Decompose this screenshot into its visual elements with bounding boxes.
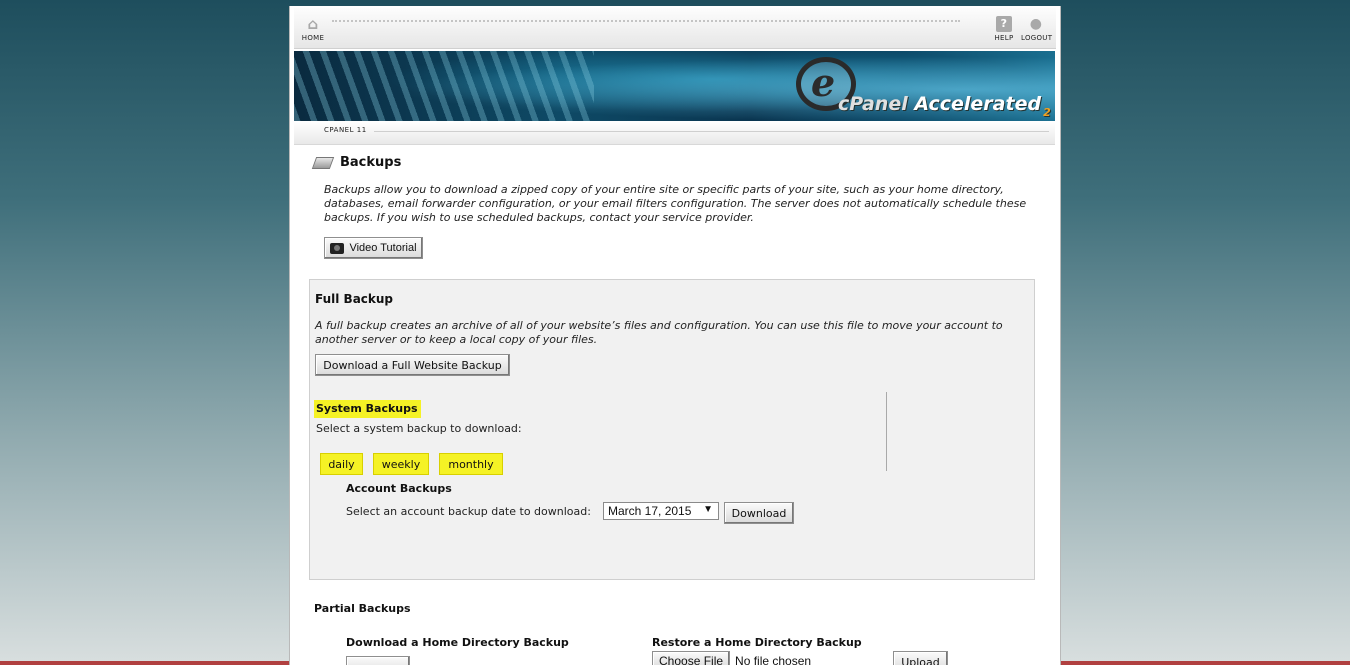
- home-directory-restore-title: Restore a Home Directory Backup: [652, 636, 862, 649]
- download-full-backup-button[interactable]: Download a Full Website Backup: [315, 354, 510, 376]
- brand-name: Accelerated: [914, 93, 1042, 115]
- logo-e-letter: e: [811, 60, 836, 105]
- brand-suffix: 2: [1043, 106, 1051, 119]
- file-chooser: Choose File No file chosen: [652, 651, 811, 665]
- download-account-backup-button[interactable]: Download: [724, 502, 794, 524]
- cpanel-banner: e cPanel Accelerated 2: [294, 51, 1055, 121]
- nav-home[interactable]: ⌂ HOME: [298, 16, 328, 42]
- nav-help-label: HELP: [994, 34, 1014, 42]
- page-title-row: Backups: [311, 155, 402, 170]
- backups-intro-text: Backups allow you to download a zipped c…: [324, 183, 1027, 224]
- system-backups-description: Select a system backup to download:: [316, 422, 522, 435]
- home-directory-download-button[interactable]: [346, 656, 410, 665]
- backup-date-value: March 17, 2015: [608, 504, 692, 518]
- daily-backup-button[interactable]: daily: [320, 453, 363, 475]
- upload-button[interactable]: Upload: [893, 651, 948, 665]
- vertical-separator: [886, 392, 887, 471]
- backup-date-select[interactable]: March 17, 2015 ▼: [603, 502, 719, 520]
- dropdown-arrow-icon: ▼: [703, 504, 713, 515]
- account-backups-label: Select an account backup date to downloa…: [346, 505, 591, 518]
- brand-prefix: cPanel: [838, 93, 908, 115]
- page-title: Backups: [340, 155, 402, 170]
- nav-logout[interactable]: ● LOGOUT: [1021, 16, 1053, 42]
- weekly-backup-button[interactable]: weekly: [373, 453, 429, 475]
- full-backup-title: Full Backup: [315, 292, 394, 306]
- house-icon: ⌂: [307, 15, 319, 33]
- video-tutorial-button[interactable]: Video Tutorial: [324, 237, 423, 259]
- system-backups-title: System Backups: [314, 400, 421, 418]
- version-label: CPANEL 11: [324, 126, 367, 134]
- user-icon: ●: [1029, 16, 1043, 32]
- monthly-backup-button[interactable]: monthly: [439, 453, 503, 475]
- full-backup-description: A full backup creates an archive of all …: [315, 319, 1003, 346]
- cpanel-logo-text: cPanel Accelerated 2: [838, 93, 1051, 119]
- choose-file-button[interactable]: Choose File: [652, 651, 731, 665]
- nav-logout-label: LOGOUT: [1021, 34, 1053, 42]
- top-navigation-bar: ⌂ HOME ? HELP ● LOGOUT: [294, 8, 1056, 49]
- account-backups-title: Account Backups: [346, 482, 452, 495]
- banner-network-cables: [294, 51, 594, 121]
- camera-icon: [330, 242, 345, 254]
- version-bar: CPANEL 11: [294, 122, 1055, 145]
- no-file-chosen-text: No file chosen: [735, 653, 812, 665]
- nav-divider: [332, 20, 960, 22]
- nav-home-label: HOME: [301, 34, 325, 42]
- version-divider: [374, 131, 1049, 132]
- partial-backups-title: Partial Backups: [314, 602, 411, 615]
- nav-help[interactable]: ? HELP: [989, 16, 1019, 42]
- home-directory-download-title: Download a Home Directory Backup: [346, 636, 569, 649]
- question-icon: ?: [996, 16, 1012, 32]
- cpanel-page: ⌂ HOME ? HELP ● LOGOUT e cPanel Accelera…: [289, 6, 1061, 665]
- video-tutorial-label: Video Tutorial: [349, 242, 417, 254]
- backup-drive-icon: [311, 156, 335, 169]
